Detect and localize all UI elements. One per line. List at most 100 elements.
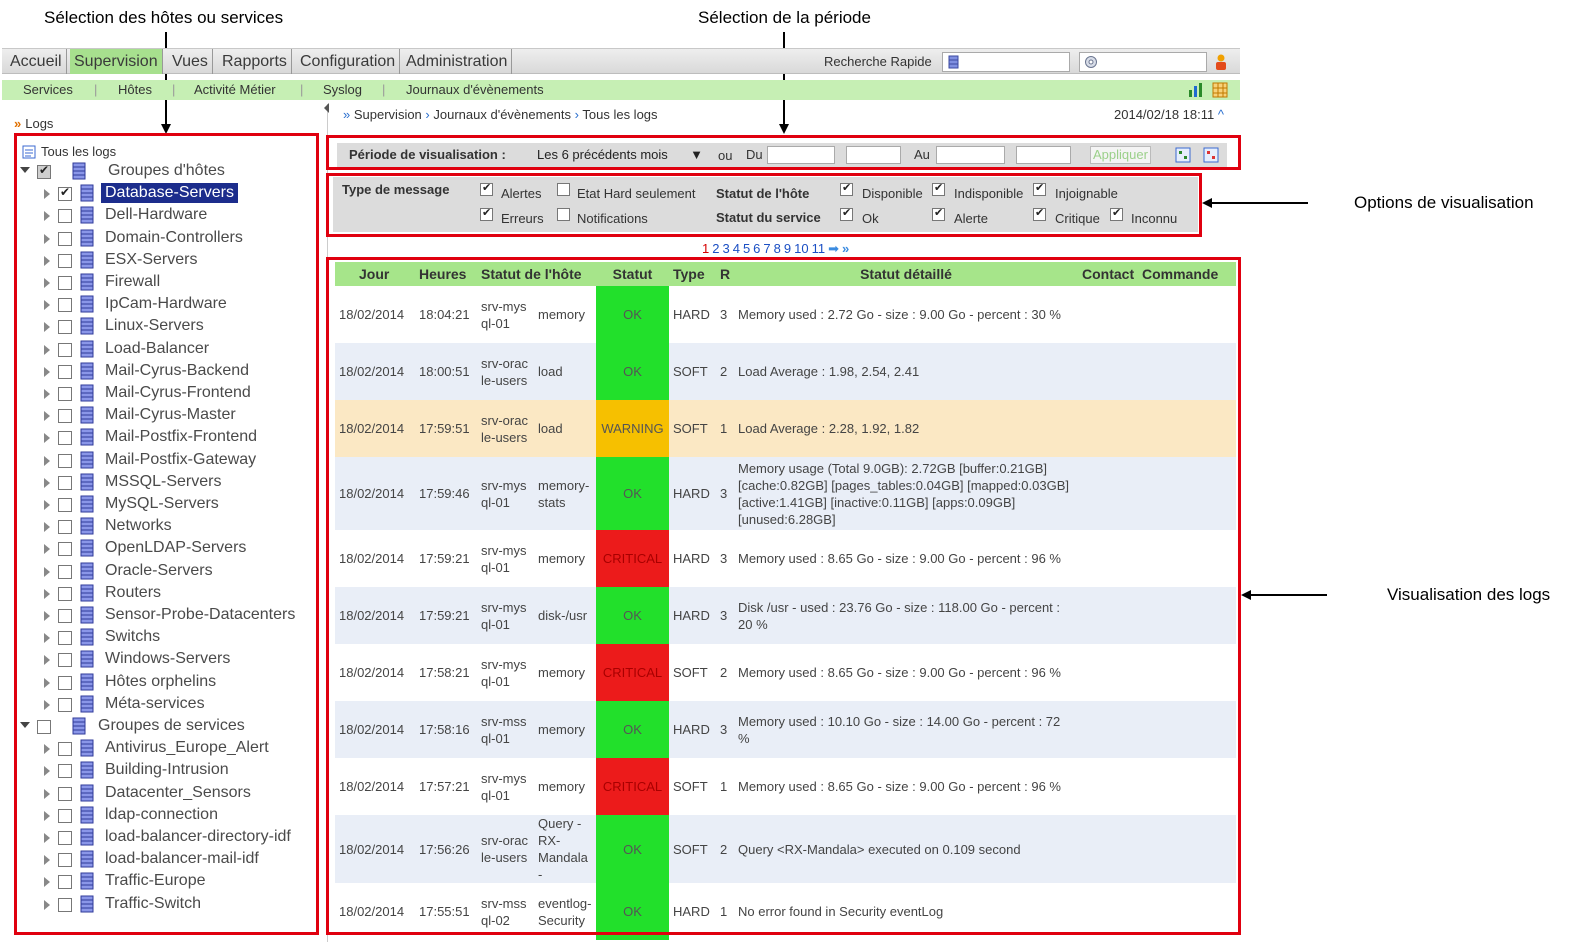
table-row[interactable]: 18/02/2014 17:58:16 srv-mssql-01 memory OK HA…	[335, 701, 1236, 758]
expand-icon[interactable]	[44, 855, 50, 866]
table-row[interactable]: 18/02/2014 17:59:46 srv-mysql-01 memory-sta…	[335, 457, 1236, 530]
expand-icon[interactable]	[44, 389, 50, 399]
expand-icon[interactable]	[44, 233, 50, 244]
expand-icon[interactable]	[44, 744, 50, 755]
submenu-event-logs[interactable]: Journaux d'évènements	[406, 82, 544, 97]
col-type[interactable]: Type	[669, 262, 716, 286]
page-link[interactable]: 3	[722, 241, 729, 256]
submenu-business-activity[interactable]: Activité Métier	[194, 82, 276, 97]
col-detail[interactable]: Statut détaillé	[734, 262, 1078, 286]
table-row[interactable]: 18/02/2014 17:58:21 srv-mysql-01 memory CRIT…	[335, 644, 1236, 701]
from-time-input[interactable]	[846, 146, 901, 164]
apply-button[interactable]: Appliquer	[1090, 146, 1151, 164]
table-row[interactable]: 18/02/2014 17:59:21 srv-mysql-01 disk-/usr O…	[335, 587, 1236, 644]
item-checkbox[interactable]	[58, 342, 72, 357]
table-row[interactable]: 18/02/2014 18:00:51 srv-oracle-users load OK…	[335, 343, 1236, 400]
item-checkbox[interactable]	[58, 276, 72, 290]
item-checkbox[interactable]	[58, 897, 72, 912]
expand-icon[interactable]	[44, 211, 50, 222]
table-row[interactable]: 18/02/2014 17:56:26 srv-oracle-users Query …	[335, 815, 1236, 883]
expand-icon[interactable]	[44, 788, 50, 799]
expand-icon[interactable]	[44, 833, 50, 843]
col-time[interactable]: Heures	[415, 262, 477, 286]
menu-supervision[interactable]: Supervision	[70, 49, 163, 74]
hard-only-checkbox[interactable]	[557, 183, 570, 196]
expand-icon[interactable]	[44, 366, 50, 377]
group-checkbox[interactable]	[37, 163, 51, 179]
col-status[interactable]: Statut	[596, 262, 669, 286]
expand-icon[interactable]	[44, 255, 50, 266]
expand-icon[interactable]	[44, 477, 50, 488]
available-checkbox[interactable]	[840, 181, 853, 196]
expand-icon[interactable]	[44, 899, 50, 910]
alert-checkbox[interactable]	[932, 206, 945, 221]
expand-icon[interactable]	[44, 455, 50, 466]
menu-rapports[interactable]: Rapports	[218, 49, 292, 74]
period-select[interactable]: Les 6 précédents mois ▼	[533, 145, 709, 165]
expand-icon[interactable]	[44, 189, 50, 200]
page-link[interactable]: 8	[774, 241, 781, 256]
item-checkbox[interactable]	[58, 520, 72, 535]
export-xml-icon[interactable]	[1203, 147, 1219, 163]
page-link[interactable]: 10	[794, 241, 808, 256]
col-host-status[interactable]: Statut de l'hôte	[477, 262, 596, 286]
page-link[interactable]: 7	[763, 241, 770, 256]
expand-icon[interactable]	[44, 278, 50, 288]
expand-icon[interactable]	[44, 810, 50, 821]
unavailable-checkbox[interactable]	[932, 181, 945, 196]
item-checkbox[interactable]	[58, 320, 72, 335]
item-checkbox[interactable]	[58, 853, 72, 868]
page-link[interactable]: 6	[753, 241, 760, 256]
col-command[interactable]: Commande	[1138, 262, 1236, 286]
page-link[interactable]: 4	[733, 241, 740, 256]
menu-vues[interactable]: Vues	[168, 49, 213, 74]
user-icon[interactable]	[1214, 53, 1228, 71]
menu-administration[interactable]: Administration	[402, 49, 513, 74]
expand-icon[interactable]	[44, 300, 50, 311]
quick-search-input[interactable]	[942, 52, 1070, 72]
table-row[interactable]: 18/02/2014 18:04:21 srv-mysql-01 memory OK HA…	[335, 286, 1236, 343]
from-date-input[interactable]	[767, 146, 835, 164]
item-checkbox[interactable]	[58, 675, 72, 690]
ok-checkbox[interactable]	[840, 206, 853, 221]
item-checkbox[interactable]	[58, 875, 72, 890]
item-checkbox[interactable]	[58, 631, 72, 646]
item-checkbox[interactable]	[58, 364, 72, 379]
table-row[interactable]: 18/02/2014 17:59:21 srv-mysql-01 memory CRIT…	[335, 530, 1236, 587]
group-checkbox[interactable]	[37, 720, 51, 734]
col-day[interactable]: Jour	[335, 262, 415, 286]
col-contact[interactable]: Contact	[1078, 262, 1138, 286]
item-checkbox[interactable]	[58, 185, 72, 202]
submenu-syslog[interactable]: Syslog	[323, 82, 362, 97]
expand-icon[interactable]	[44, 433, 50, 444]
expand-icon[interactable]	[44, 411, 50, 422]
unknown-checkbox[interactable]	[1110, 206, 1123, 221]
expand-icon[interactable]	[44, 566, 50, 577]
item-checkbox[interactable]	[58, 409, 72, 424]
breadcrumb-event-logs[interactable]: Journaux d'évènements	[433, 107, 571, 122]
item-checkbox[interactable]	[58, 542, 72, 557]
alerts-checkbox[interactable]	[480, 181, 493, 196]
item-checkbox[interactable]	[58, 653, 72, 668]
critical-checkbox[interactable]	[1033, 206, 1046, 221]
to-time-input[interactable]	[1016, 146, 1071, 164]
expand-icon[interactable]	[44, 322, 50, 333]
item-checkbox[interactable]	[58, 831, 72, 845]
chart-icon[interactable]	[1188, 82, 1204, 98]
expand-icon[interactable]	[44, 611, 50, 621]
item-checkbox[interactable]	[58, 209, 72, 224]
item-checkbox[interactable]	[58, 475, 72, 490]
next-page-icon[interactable]: ➡	[828, 241, 839, 256]
expand-icon[interactable]	[44, 677, 50, 688]
table-row[interactable]: 18/02/2014 17:55:51 srv-mssql-02 eventlog-S…	[335, 883, 1236, 940]
item-checkbox[interactable]	[58, 564, 72, 579]
expand-icon[interactable]	[44, 500, 50, 510]
grid-icon[interactable]	[1212, 82, 1228, 98]
page-link[interactable]: 9	[784, 241, 791, 256]
item-checkbox[interactable]	[58, 498, 72, 512]
item-checkbox[interactable]	[58, 586, 72, 601]
export-csv-icon[interactable]	[1175, 147, 1191, 163]
collapse-up-icon[interactable]: ^	[1218, 107, 1224, 122]
item-checkbox[interactable]	[58, 231, 72, 246]
menu-accueil[interactable]: Accueil	[6, 49, 67, 74]
